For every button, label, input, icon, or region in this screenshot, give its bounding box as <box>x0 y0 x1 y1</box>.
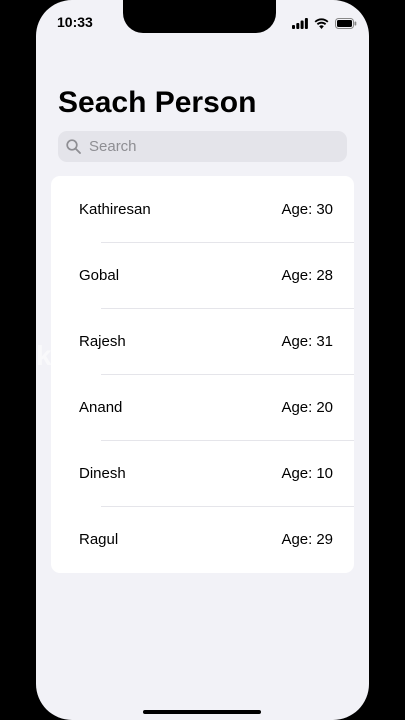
person-name: Anand <box>79 398 123 416</box>
age-value: 31 <box>316 332 333 350</box>
phone-screen: 10:33 ktrKathir Seach Person Kathiresan … <box>36 0 369 720</box>
person-age: Age: 29 <box>281 531 333 548</box>
age-value: 30 <box>316 200 333 218</box>
person-age: Age: 20 <box>281 399 333 416</box>
cellular-signal-icon <box>292 16 308 34</box>
search-bar[interactable] <box>58 131 347 162</box>
person-name: Rajesh <box>79 332 126 350</box>
page-title: Seach Person <box>58 86 257 119</box>
list-item[interactable]: Anand Age: 20 <box>51 374 354 440</box>
age-label: Age: <box>281 464 313 482</box>
list-item[interactable]: Gobal Age: 28 <box>51 242 354 308</box>
list-item[interactable]: Rajesh Age: 31 <box>51 308 354 374</box>
age-label: Age: <box>281 332 313 350</box>
battery-icon <box>335 16 357 34</box>
person-name: Ragul <box>79 530 119 548</box>
age-label: Age: <box>281 530 313 548</box>
status-icons <box>292 16 357 34</box>
age-value: 10 <box>316 464 333 482</box>
search-icon <box>66 139 81 154</box>
person-list: Kathiresan Age: 30 Gobal Age: 28 Rajesh Ag… <box>51 176 354 573</box>
search-input[interactable] <box>87 137 321 156</box>
person-age: Age: 30 <box>281 201 333 218</box>
age-value: 20 <box>316 398 333 416</box>
age-label: Age: <box>281 266 313 284</box>
person-name: Kathiresan <box>79 200 151 218</box>
person-age: Age: 28 <box>281 267 333 284</box>
person-age: Age: 31 <box>281 333 333 350</box>
list-item[interactable]: Dinesh Age: 10 <box>51 440 354 506</box>
status-time: 10:33 <box>57 14 93 30</box>
wifi-icon <box>314 16 329 34</box>
person-name: Dinesh <box>79 464 126 482</box>
age-value: 29 <box>316 530 333 548</box>
list-item[interactable]: Kathiresan Age: 30 <box>51 176 354 242</box>
person-age: Age: 10 <box>281 465 333 482</box>
notch <box>123 0 276 33</box>
person-name: Gobal <box>79 266 120 284</box>
age-value: 28 <box>316 266 333 284</box>
home-indicator[interactable] <box>143 710 261 714</box>
age-label: Age: <box>281 398 313 416</box>
list-item[interactable]: Ragul Age: 29 <box>51 506 354 572</box>
age-label: Age: <box>281 200 313 218</box>
